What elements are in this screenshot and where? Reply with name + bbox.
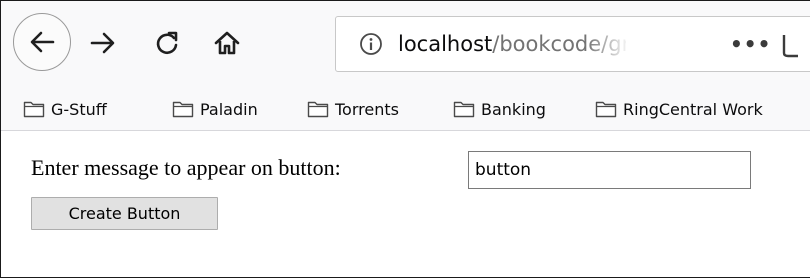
pocket-icon[interactable] bbox=[778, 31, 798, 59]
info-icon bbox=[360, 33, 382, 55]
bookmark-label: RingCentral Work bbox=[623, 99, 763, 119]
back-button[interactable] bbox=[13, 13, 71, 71]
bookmark-label: G-Stuff bbox=[51, 99, 107, 119]
site-info-button[interactable] bbox=[358, 31, 384, 57]
address-bar[interactable]: localhost/bookcode/gra ••• bbox=[335, 16, 810, 72]
browser-window: localhost/bookcode/gra ••• G-Stuff Palad… bbox=[0, 0, 810, 278]
message-prompt-label: Enter message to appear on button: bbox=[31, 155, 341, 180]
home-button[interactable] bbox=[209, 25, 245, 61]
folder-icon bbox=[172, 101, 194, 118]
url-fade bbox=[586, 25, 630, 63]
create-button[interactable]: Create Button bbox=[31, 197, 218, 230]
bookmark-label: Paladin bbox=[200, 99, 258, 119]
more-dots-icon[interactable]: ••• bbox=[730, 31, 771, 57]
forward-button[interactable] bbox=[85, 25, 121, 61]
folder-icon bbox=[453, 101, 475, 118]
folder-icon bbox=[307, 101, 329, 118]
url-host: localhost bbox=[398, 32, 493, 56]
bookmarks-bar: G-Stuff Paladin Torrents Banking RingCen… bbox=[1, 87, 810, 131]
bookmark-g-stuff[interactable]: G-Stuff bbox=[23, 96, 107, 122]
page-content: Enter message to appear on button: Creat… bbox=[1, 131, 810, 277]
bookmark-torrents[interactable]: Torrents bbox=[307, 96, 399, 122]
reload-icon bbox=[156, 31, 178, 55]
bookmark-label: Torrents bbox=[335, 99, 399, 119]
folder-icon bbox=[595, 101, 617, 118]
back-arrow-icon bbox=[30, 31, 55, 53]
message-input[interactable] bbox=[468, 151, 751, 189]
reload-button[interactable] bbox=[149, 25, 185, 61]
folder-icon bbox=[23, 101, 45, 118]
home-icon bbox=[214, 31, 240, 55]
browser-toolbar: localhost/bookcode/gra ••• bbox=[1, 1, 810, 87]
bookmark-ringcentral-work[interactable]: RingCentral Work bbox=[595, 96, 763, 122]
bookmark-paladin[interactable]: Paladin bbox=[172, 96, 258, 122]
bookmark-banking[interactable]: Banking bbox=[453, 96, 546, 122]
forward-arrow-icon bbox=[90, 32, 115, 54]
bookmark-label: Banking bbox=[481, 99, 546, 119]
